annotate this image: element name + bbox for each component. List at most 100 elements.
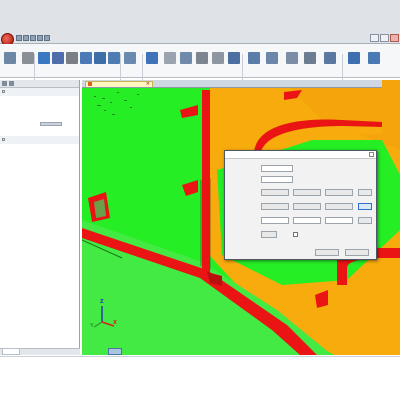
property-value[interactable] bbox=[40, 130, 54, 133]
delete-icon[interactable] bbox=[164, 52, 176, 64]
edit-icon[interactable] bbox=[286, 52, 298, 64]
group-separator bbox=[120, 54, 121, 80]
property-row[interactable] bbox=[0, 152, 79, 160]
property-row[interactable] bbox=[0, 192, 79, 200]
property-value[interactable] bbox=[40, 162, 54, 165]
model-icon bbox=[88, 82, 92, 86]
hide-icon[interactable] bbox=[212, 52, 224, 64]
minimize-button[interactable] bbox=[370, 34, 379, 42]
title-bar bbox=[0, 0, 400, 46]
view-icon[interactable] bbox=[348, 52, 360, 64]
dialog-title-bar bbox=[225, 151, 376, 159]
pick-button[interactable] bbox=[358, 203, 372, 210]
coord-a-input[interactable] bbox=[261, 189, 289, 196]
close-tab-icon[interactable]: × bbox=[146, 82, 150, 87]
close-button[interactable] bbox=[390, 34, 399, 42]
panel-tab[interactable] bbox=[22, 349, 40, 355]
field-input[interactable] bbox=[261, 176, 293, 183]
redo-icon[interactable] bbox=[44, 35, 50, 41]
new-file-icon[interactable] bbox=[16, 35, 22, 41]
monitor-icon[interactable] bbox=[146, 52, 158, 64]
section-icon[interactable] bbox=[52, 52, 64, 64]
coord-b-input[interactable] bbox=[293, 217, 321, 224]
property-value[interactable] bbox=[40, 114, 54, 117]
quick-access-toolbar bbox=[16, 35, 50, 41]
property-name bbox=[7, 186, 33, 189]
bracket-inner bbox=[94, 199, 106, 218]
property-row[interactable] bbox=[0, 168, 79, 176]
coord-a-input[interactable] bbox=[261, 203, 289, 210]
axis-triad: Z Y X bbox=[90, 300, 118, 330]
grid-icon[interactable] bbox=[248, 52, 260, 64]
property-name bbox=[7, 162, 33, 165]
ok-button[interactable] bbox=[315, 249, 339, 256]
export-icon[interactable] bbox=[324, 52, 336, 64]
pick-button[interactable] bbox=[358, 189, 372, 196]
open-file-icon[interactable] bbox=[23, 35, 29, 41]
group-separator bbox=[342, 54, 343, 80]
property-row[interactable] bbox=[0, 96, 79, 104]
coord-c-input[interactable] bbox=[325, 203, 353, 210]
property-name bbox=[7, 130, 33, 133]
save-icon[interactable] bbox=[30, 35, 36, 41]
cancel-button[interactable] bbox=[345, 249, 369, 256]
coord-c-input[interactable] bbox=[325, 217, 353, 224]
property-name bbox=[7, 194, 33, 197]
property-row[interactable] bbox=[0, 120, 79, 128]
field-input[interactable] bbox=[261, 165, 293, 172]
fit-view-icon[interactable] bbox=[108, 52, 120, 64]
document-tab[interactable]: × bbox=[85, 81, 153, 87]
align-icon[interactable] bbox=[266, 52, 278, 64]
option-checkbox[interactable] bbox=[293, 232, 298, 237]
property-section[interactable] bbox=[0, 136, 79, 144]
cut-icon[interactable] bbox=[196, 52, 208, 64]
property-row[interactable] bbox=[0, 160, 79, 168]
property-name bbox=[7, 122, 33, 125]
property-value[interactable] bbox=[40, 106, 54, 109]
rotation-input[interactable] bbox=[261, 231, 277, 238]
property-value-field[interactable] bbox=[40, 122, 62, 126]
cursor-icon[interactable] bbox=[66, 52, 78, 64]
sort-icon[interactable] bbox=[2, 81, 7, 86]
property-value[interactable] bbox=[40, 98, 54, 101]
panel-tab[interactable] bbox=[2, 349, 20, 355]
pan-icon[interactable] bbox=[80, 52, 92, 64]
property-value[interactable] bbox=[40, 146, 54, 149]
render-icon[interactable] bbox=[368, 52, 380, 64]
measure-icon[interactable] bbox=[180, 52, 192, 64]
property-list bbox=[0, 88, 79, 200]
coord-c-input[interactable] bbox=[325, 189, 353, 196]
zoom-icon[interactable] bbox=[94, 52, 106, 64]
undo-icon[interactable] bbox=[37, 35, 43, 41]
expander-icon[interactable] bbox=[2, 90, 5, 93]
pick-button[interactable] bbox=[358, 217, 372, 224]
maximize-button[interactable] bbox=[380, 34, 389, 42]
coord-a-input[interactable] bbox=[261, 217, 289, 224]
file-icon[interactable] bbox=[4, 52, 16, 64]
viewport-tab[interactable] bbox=[108, 348, 122, 355]
expander-icon[interactable] bbox=[2, 138, 5, 141]
property-row[interactable] bbox=[0, 144, 79, 152]
property-row[interactable] bbox=[0, 112, 79, 120]
select-icon[interactable] bbox=[124, 52, 136, 64]
ribbon bbox=[0, 44, 400, 95]
filter-icon[interactable] bbox=[9, 81, 14, 86]
layer-icon[interactable] bbox=[228, 52, 240, 64]
window-title bbox=[90, 35, 310, 41]
property-row[interactable] bbox=[0, 104, 79, 112]
property-row[interactable] bbox=[0, 176, 79, 184]
property-section[interactable] bbox=[0, 88, 79, 96]
coord-b-input[interactable] bbox=[293, 189, 321, 196]
property-row[interactable] bbox=[0, 184, 79, 192]
transform-dialog bbox=[224, 150, 377, 260]
panel-tab[interactable] bbox=[42, 349, 60, 355]
property-row[interactable] bbox=[0, 128, 79, 136]
dialog-close-icon[interactable] bbox=[369, 152, 374, 157]
coord-b-input[interactable] bbox=[293, 203, 321, 210]
unit-label bbox=[281, 233, 289, 236]
rotate-icon[interactable] bbox=[38, 52, 50, 64]
pencil-icon[interactable] bbox=[22, 52, 34, 64]
settings-icon[interactable] bbox=[304, 52, 316, 64]
dialog-title bbox=[227, 153, 253, 156]
checkbox-label bbox=[301, 233, 359, 237]
